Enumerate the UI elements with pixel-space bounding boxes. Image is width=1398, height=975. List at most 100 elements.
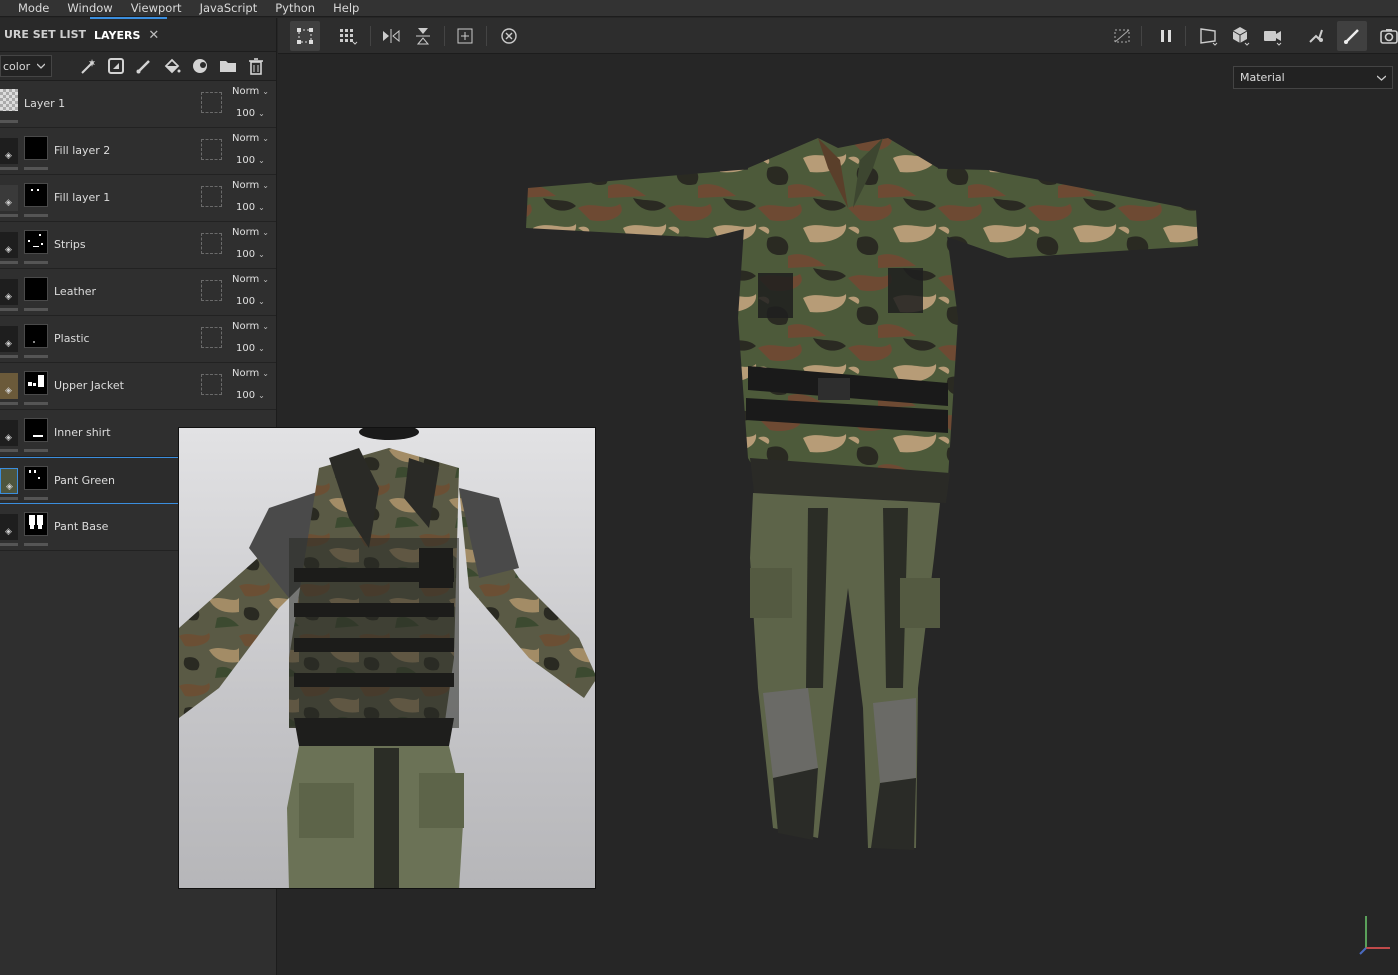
mask-thumbnail[interactable] [24,230,48,254]
mask-bar [24,402,48,405]
fill-layer-icon[interactable]: ◈ [0,468,18,494]
menu-javascript[interactable]: JavaScript [191,0,267,17]
layer-effect-slot[interactable] [201,92,222,113]
tab-texture-set-list-label: URE SET LIST [4,27,87,41]
paint-brush-icon[interactable] [134,56,154,76]
mirror-x-icon[interactable] [380,25,402,47]
fill-layer-icon[interactable]: ◈ [0,514,18,540]
fill-layer-icon[interactable]: ◈ [0,279,18,305]
blend-mode-dropdown[interactable]: Norm ⌄ [232,368,269,379]
mask-thumbnail[interactable] [24,512,48,536]
blend-mode-dropdown[interactable]: Norm ⌄ [232,274,269,285]
layer-name[interactable]: Strips [54,238,86,251]
layer-visibility-bar [0,308,18,311]
menu-python[interactable]: Python [266,0,324,17]
layer-effect-slot[interactable] [201,374,222,395]
blend-mode-value: Norm [232,180,260,191]
opacity-dropdown[interactable]: 100 ⌄ [236,155,265,166]
layer-name[interactable]: Fill layer 2 [54,144,110,157]
folder-icon[interactable] [218,56,238,76]
opacity-dropdown[interactable]: 100 ⌄ [236,249,265,260]
layer-row[interactable]: ◈ Plastic Norm ⌄ 100 ⌄ [0,316,276,363]
layer-name[interactable]: Fill layer 1 [54,191,110,204]
layer-name[interactable]: Plastic [54,332,90,345]
layer-effect-slot[interactable] [201,280,222,301]
layer-name[interactable]: Layer 1 [24,97,65,110]
trash-icon[interactable] [246,56,266,76]
fill-bucket-icon[interactable] [162,56,182,76]
viewport-toolbar [278,18,1398,54]
chevron-down-icon: ⌄ [262,369,269,378]
blend-mode-dropdown[interactable]: Norm ⌄ [232,180,269,191]
selection-mode-icon[interactable] [290,21,320,51]
menu-mode[interactable]: Mode [0,0,58,17]
menu-help[interactable]: Help [324,0,368,17]
mirror-y-icon[interactable] [412,25,434,47]
screenshot-icon[interactable] [1378,25,1398,47]
mask-thumbnail[interactable] [24,183,48,207]
fill-layer-icon[interactable]: ◈ [0,138,18,164]
opacity-value: 100 [236,296,256,307]
channel-dropdown[interactable]: color [0,55,52,77]
3d-cube-icon[interactable] [1230,25,1252,47]
mask-thumbnail[interactable] [24,371,48,395]
tab-texture-set-list[interactable]: URE SET LIST [0,17,90,51]
layer-row[interactable]: ◈ Leather Norm ⌄ 100 ⌄ [0,269,276,316]
paint-brush-tool-icon[interactable] [1337,21,1367,51]
blend-mode-dropdown[interactable]: Norm ⌄ [232,227,269,238]
mask-thumbnail[interactable] [24,418,48,442]
layer-row[interactable]: ◈ Fill layer 1 Norm ⌄ 100 ⌄ [0,175,276,222]
opacity-dropdown[interactable]: 100 ⌄ [236,202,265,213]
layer-row[interactable]: ◈ Upper Jacket Norm ⌄ 100 ⌄ [0,363,276,410]
layer-name[interactable]: Inner shirt [54,426,111,439]
mask-thumbnail[interactable] [24,136,48,160]
reset-camera-icon[interactable] [498,25,520,47]
3d-model-outfit[interactable] [488,128,1208,868]
layer-name[interactable]: Upper Jacket [54,379,124,392]
display-mode-dropdown[interactable]: Material [1233,66,1393,89]
hide-ui-icon[interactable] [1111,25,1133,47]
opacity-dropdown[interactable]: 100 ⌄ [236,343,265,354]
light-rotate-icon[interactable] [1305,25,1327,47]
perspective-icon[interactable] [1198,25,1220,47]
paint-bucket-icon: ◈ [5,386,12,396]
blend-mode-dropdown[interactable]: Norm ⌄ [232,133,269,144]
layer-effect-slot[interactable] [201,327,222,348]
layer-row[interactable]: ◈ Strips Norm ⌄ 100 ⌄ [0,222,276,269]
tab-layers[interactable]: LAYERS ✕ [90,17,168,51]
fill-layer-icon[interactable]: ◈ [0,373,18,399]
reference-image[interactable] [178,427,596,889]
blend-mode-dropdown[interactable]: Norm ⌄ [232,86,269,97]
blend-mode-dropdown[interactable]: Norm ⌄ [232,321,269,332]
magic-wand-icon[interactable] [78,56,98,76]
add-mask-icon[interactable] [106,56,126,76]
layer-name[interactable]: Pant Base [54,520,108,533]
layer-effect-slot[interactable] [201,233,222,254]
camera-icon[interactable] [1262,25,1284,47]
layer-effect-slot[interactable] [201,139,222,160]
layers-toolbar: color [0,52,276,81]
mask-thumbnail[interactable] [24,466,48,490]
layer-name[interactable]: Pant Green [54,474,115,487]
opacity-dropdown[interactable]: 100 ⌄ [236,390,265,401]
layer-name[interactable]: Leather [54,285,96,298]
chevron-down-icon: ⌄ [258,344,265,353]
smart-material-icon[interactable] [190,56,210,76]
fill-layer-icon[interactable]: ◈ [0,232,18,258]
grid-icon[interactable] [337,25,359,47]
pause-icon[interactable] [1155,25,1177,47]
layer-row[interactable]: ◈ Fill layer 2 Norm ⌄ 100 ⌄ [0,128,276,175]
layer-effect-slot[interactable] [201,186,222,207]
mask-thumbnail[interactable] [24,324,48,348]
opacity-dropdown[interactable]: 100 ⌄ [236,296,265,307]
menu-viewport[interactable]: Viewport [122,0,191,17]
opacity-dropdown[interactable]: 100 ⌄ [236,108,265,119]
layer-row[interactable]: Layer 1 Norm ⌄ 100 ⌄ [0,81,276,128]
close-icon[interactable]: ✕ [148,28,159,43]
fill-layer-icon[interactable]: ◈ [0,185,18,211]
mask-thumbnail[interactable] [24,277,48,301]
fit-screen-icon[interactable] [454,25,476,47]
menu-window[interactable]: Window [58,0,121,17]
fill-layer-icon[interactable]: ◈ [0,420,18,446]
fill-layer-icon[interactable]: ◈ [0,326,18,352]
